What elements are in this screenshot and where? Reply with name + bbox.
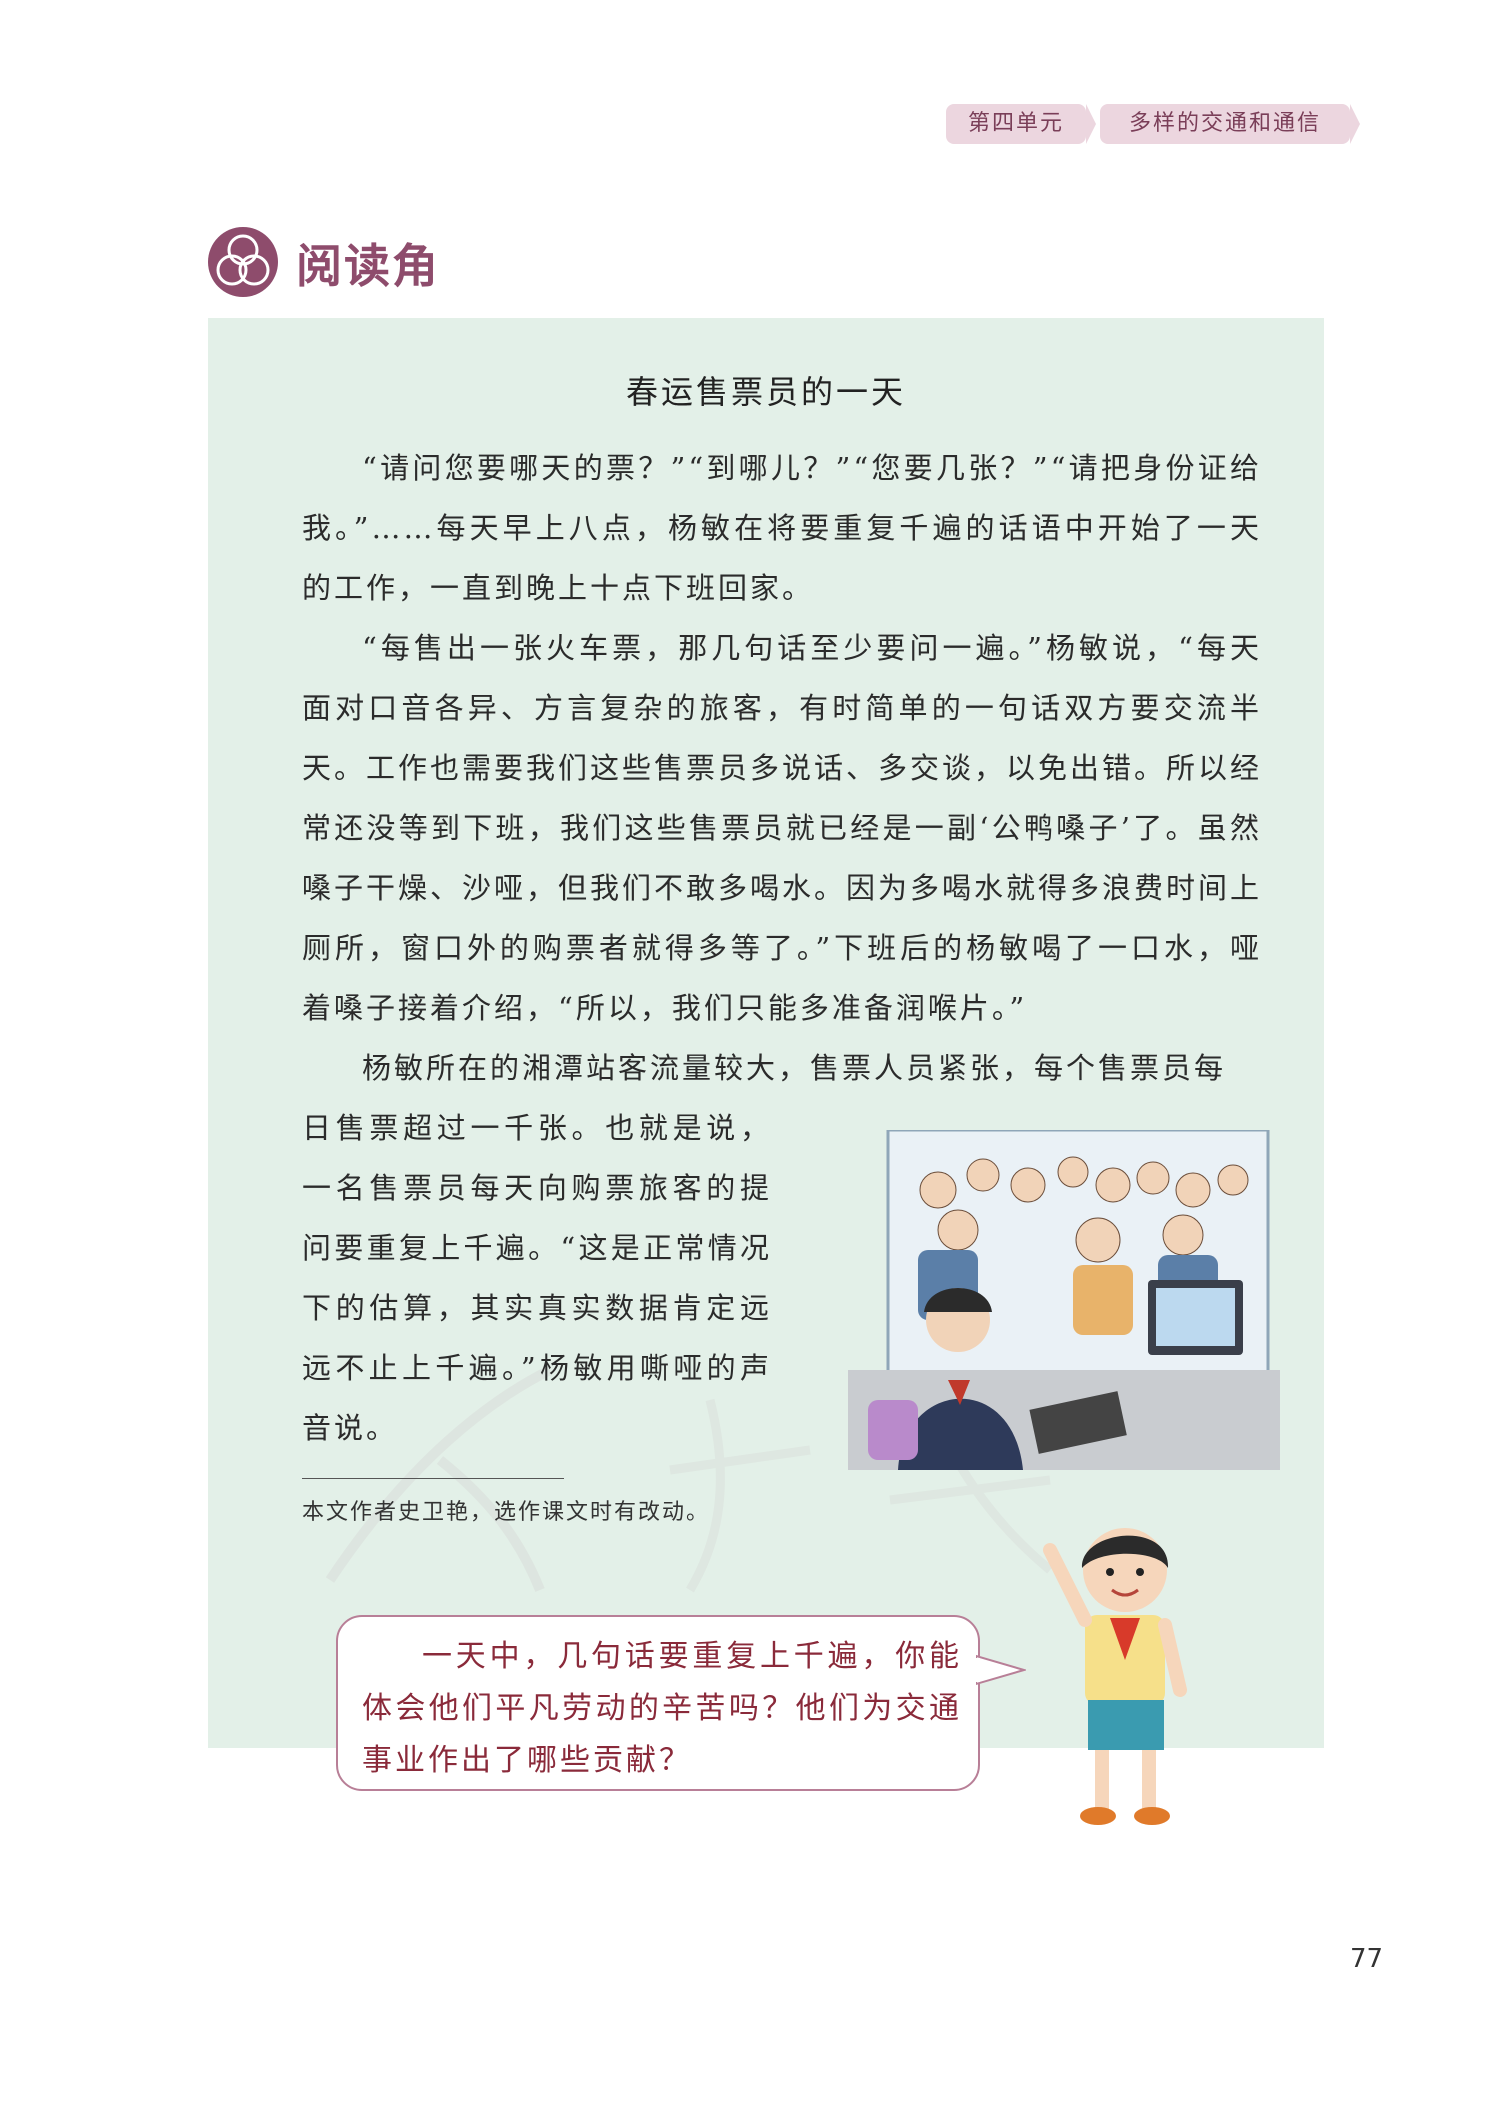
bubble-tail [976,1654,1026,1686]
boy-illustration [1043,1528,1187,1825]
unit-title: 多样的交通和通信 [1128,111,1321,136]
note-divider [302,1478,564,1479]
speech-bubble: 一天中，几句话要重复上千遍，你能体会他们平凡劳动的辛苦吗？他们为交通事业作出了哪… [336,1615,980,1791]
bubble-question: 一天中，几句话要重复上千遍，你能体会他们平凡劳动的辛苦吗？他们为交通事业作出了哪… [362,1639,962,1778]
unit-title-tab: 多样的交通和通信 [1100,104,1360,144]
page-number: 77 [1350,1944,1384,1974]
article-paragraph-3: 杨敏所在的湘潭站客流量较大，售票人员紧张，每个售票员每 [362,1051,1227,1085]
ticket-seller-illustration [848,1130,1280,1470]
article-title: 春运售票员的一天 [625,373,906,411]
source-note: 本文作者史卫艳，选作课文时有改动。 [302,1500,711,1525]
article-paragraph-4: 日售票超过一千张。也就是说，一名售票员每天向购票旅客的提问要重复上千遍。“这是正… [302,1111,772,1445]
unit-label-tab: 第四单元 [946,104,1096,144]
article-paragraph-2: “每售出一张火车票，那几句话至少要问一遍。”杨敏说，“每天面对口音各异、方言复杂… [302,631,1263,1025]
section-title: 阅读角 [296,239,440,293]
reading-corner-icon [208,227,278,297]
unit-label: 第四单元 [967,111,1064,136]
article-paragraph-1: “请问您要哪天的票？”“到哪儿？”“您要几张？”“请把身份证给我。”……每天早上… [302,451,1262,605]
